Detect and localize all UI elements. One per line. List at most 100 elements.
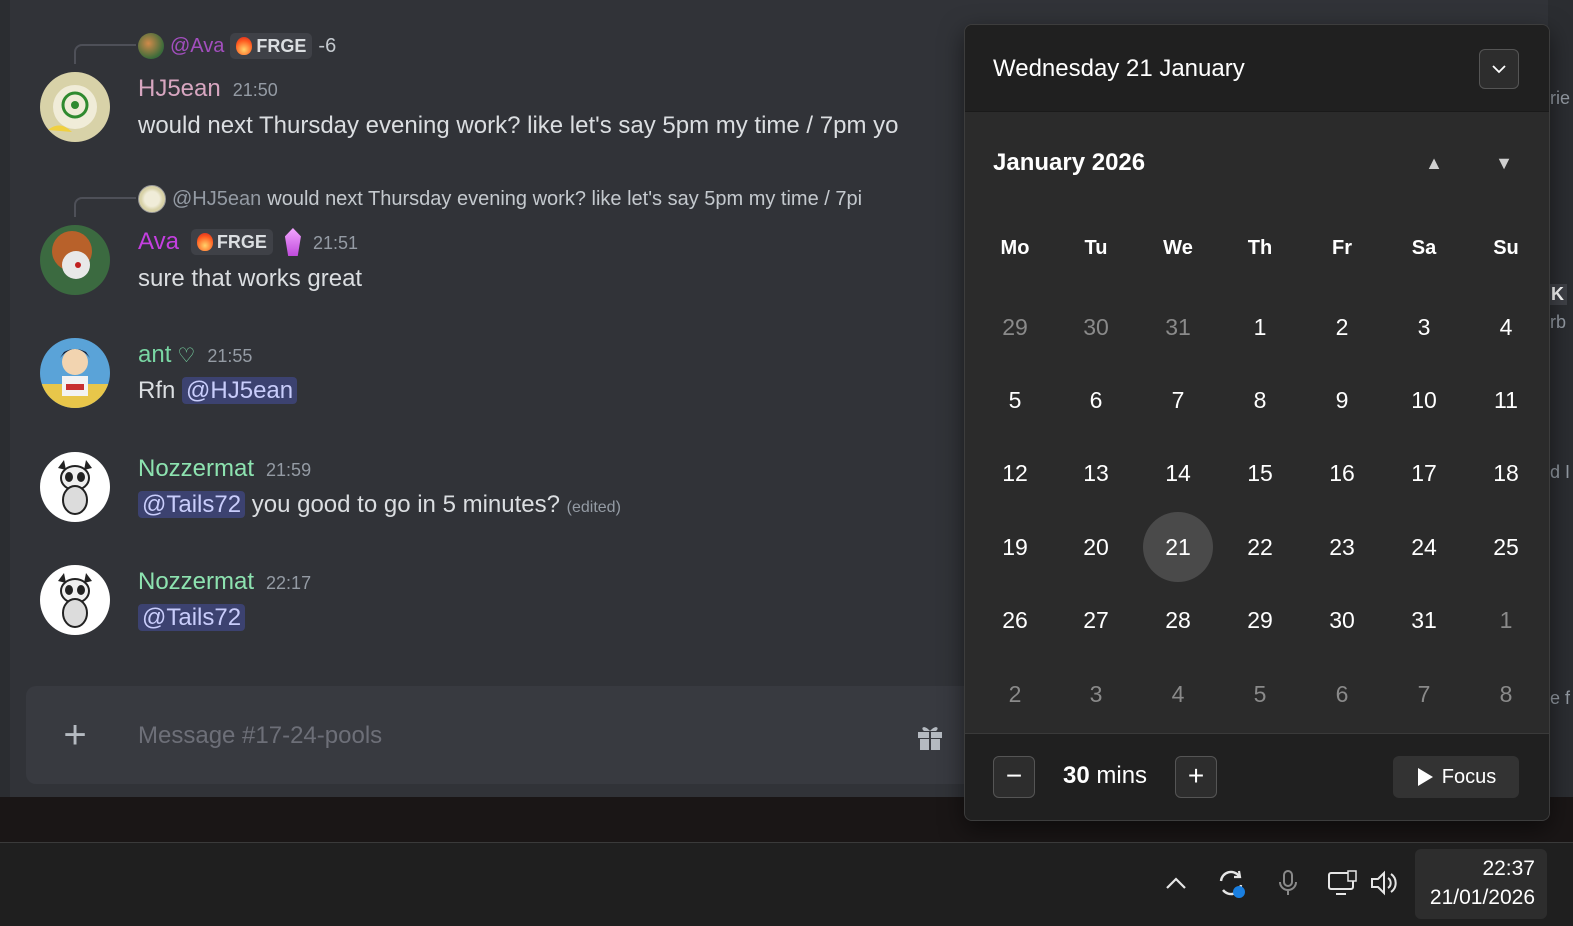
chevron-down-icon xyxy=(1492,65,1506,74)
guild-tag: FRGE xyxy=(230,33,313,59)
taskbar-clock[interactable]: 22:37 21/01/2026 xyxy=(1415,849,1547,919)
play-icon xyxy=(1417,768,1433,786)
collapse-calendar-button[interactable] xyxy=(1479,49,1519,89)
calendar-day-outside-month[interactable]: 5 xyxy=(1225,659,1295,729)
next-month-button[interactable]: ▼ xyxy=(1488,149,1520,177)
calendar-day[interactable]: 18 xyxy=(1471,438,1541,508)
avatar[interactable] xyxy=(40,565,110,635)
calendar-day[interactable]: 17 xyxy=(1389,438,1459,508)
calendar-day[interactable]: 28 xyxy=(1143,585,1213,655)
focus-session-bar: − 30 mins + Focus xyxy=(965,733,1549,820)
username[interactable]: Nozzermat xyxy=(138,455,254,483)
volume-tray-button[interactable] xyxy=(1366,865,1402,901)
username[interactable]: Nozzermat xyxy=(138,568,254,596)
network-tray-button[interactable] xyxy=(1324,865,1360,901)
calendar-day-outside-month[interactable]: 4 xyxy=(1143,659,1213,729)
calendar-day[interactable]: 27 xyxy=(1061,585,1131,655)
reply-username[interactable]: @HJ5ean xyxy=(172,188,261,211)
timestamp[interactable]: 21:59 xyxy=(266,460,311,481)
timestamp[interactable]: 21:50 xyxy=(233,80,278,101)
calendar-day[interactable]: 15 xyxy=(1225,438,1295,508)
weekday-label: Th xyxy=(1247,237,1273,259)
username[interactable]: HJ5ean xyxy=(138,75,221,103)
message-text: @Tails72 you good to go in 5 minutes? (e… xyxy=(138,491,621,519)
cropped-text: e f xyxy=(1550,688,1571,708)
message-text-body: you good to go in 5 minutes? xyxy=(251,491,560,518)
timestamp[interactable]: 22:17 xyxy=(266,573,311,594)
calendar-day-outside-month[interactable]: 1 xyxy=(1471,585,1541,655)
user-mention[interactable]: @Tails72 xyxy=(138,491,246,518)
message-composer: + xyxy=(26,686,986,784)
show-hidden-icons-button[interactable] xyxy=(1158,865,1194,901)
calendar-month-label[interactable]: January 2026 xyxy=(993,149,1145,177)
message-input[interactable] xyxy=(136,712,880,760)
calendar-day[interactable]: 30 xyxy=(1307,585,1377,655)
message-text: sure that works great xyxy=(138,265,363,292)
calendar-day[interactable]: 3 xyxy=(1389,292,1459,362)
calendar-day[interactable]: 29 xyxy=(1225,585,1295,655)
gift-icon[interactable] xyxy=(914,720,946,752)
calendar-day[interactable]: 11 xyxy=(1471,365,1541,435)
calendar-date-title[interactable]: Wednesday 21 January xyxy=(993,55,1245,83)
calendar-day[interactable]: 9 xyxy=(1307,365,1377,435)
sync-tray-button[interactable] xyxy=(1213,865,1249,901)
calendar-day-outside-month[interactable]: 3 xyxy=(1061,659,1131,729)
calendar-day[interactable]: 26 xyxy=(980,585,1050,655)
calendar-day[interactable]: 12 xyxy=(980,438,1050,508)
username[interactable]: Ava xyxy=(138,228,179,256)
calendar-day[interactable]: 20 xyxy=(1061,512,1131,582)
calendar-day[interactable]: 4 xyxy=(1471,292,1541,362)
increase-minutes-button[interactable]: + xyxy=(1175,756,1217,798)
username[interactable]: ant xyxy=(138,341,171,369)
calendar-day[interactable]: 19 xyxy=(980,512,1050,582)
calendar-day[interactable]: 2 xyxy=(1307,292,1377,362)
calendar-day[interactable]: 16 xyxy=(1307,438,1377,508)
reply-avatar xyxy=(138,33,164,59)
add-attachment-button[interactable]: + xyxy=(56,715,94,755)
calendar-day-outside-month[interactable]: 29 xyxy=(980,292,1050,362)
calendar-day[interactable]: 13 xyxy=(1061,438,1131,508)
calendar-day-outside-month[interactable]: 31 xyxy=(1143,292,1213,362)
reply-username[interactable]: @Ava xyxy=(170,35,224,58)
calendar-day[interactable]: 23 xyxy=(1307,512,1377,582)
message-header: ant ♡ 21:55 xyxy=(138,341,252,369)
user-mention[interactable]: @Tails72 xyxy=(138,604,246,631)
calendar-day[interactable]: 21 xyxy=(1143,512,1213,582)
calendar-day[interactable]: 7 xyxy=(1143,365,1213,435)
calendar-day[interactable]: 14 xyxy=(1143,438,1213,508)
start-focus-button[interactable]: Focus xyxy=(1393,756,1519,798)
calendar-day[interactable]: 5 xyxy=(980,365,1050,435)
calendar-day[interactable]: 31 xyxy=(1389,585,1459,655)
gem-icon xyxy=(284,228,301,256)
speaker-icon xyxy=(1371,870,1397,896)
avatar[interactable] xyxy=(40,225,110,295)
decrease-minutes-button[interactable]: − xyxy=(993,756,1035,798)
user-mention[interactable]: @HJ5ean xyxy=(182,377,298,404)
reply-avatar xyxy=(138,185,166,213)
calendar-day-outside-month[interactable]: 8 xyxy=(1471,659,1541,729)
previous-month-button[interactable]: ▲ xyxy=(1418,149,1450,177)
reply-preview[interactable]: @Ava FRGE -6 xyxy=(138,32,336,60)
calendar-day[interactable]: 25 xyxy=(1471,512,1541,582)
calendar-day[interactable]: 1 xyxy=(1225,292,1295,362)
calendar-day[interactable]: 8 xyxy=(1225,365,1295,435)
timestamp[interactable]: 21:51 xyxy=(313,233,358,254)
calendar-day-outside-month[interactable]: 30 xyxy=(1061,292,1131,362)
calendar-day[interactable]: 22 xyxy=(1225,512,1295,582)
calendar-day-outside-month[interactable]: 2 xyxy=(980,659,1050,729)
message-item: ant ♡ 21:55 Rfn @HJ5ean xyxy=(0,337,980,417)
message-item: @HJ5ean would next Thursday evening work… xyxy=(0,183,980,303)
calendar-day[interactable]: 10 xyxy=(1389,365,1459,435)
reply-preview[interactable]: @HJ5ean would next Thursday evening work… xyxy=(138,185,862,213)
calendar-day-outside-month[interactable]: 6 xyxy=(1307,659,1377,729)
microphone-tray-button[interactable] xyxy=(1270,865,1306,901)
calendar-day-outside-month[interactable]: 7 xyxy=(1389,659,1459,729)
avatar[interactable] xyxy=(40,452,110,522)
avatar[interactable] xyxy=(40,338,110,408)
calendar-day[interactable]: 24 xyxy=(1389,512,1459,582)
timestamp[interactable]: 21:55 xyxy=(207,346,252,367)
user-avatar-image xyxy=(40,338,110,408)
avatar[interactable] xyxy=(40,72,110,142)
calendar-day[interactable]: 6 xyxy=(1061,365,1131,435)
network-icon xyxy=(1328,870,1357,895)
